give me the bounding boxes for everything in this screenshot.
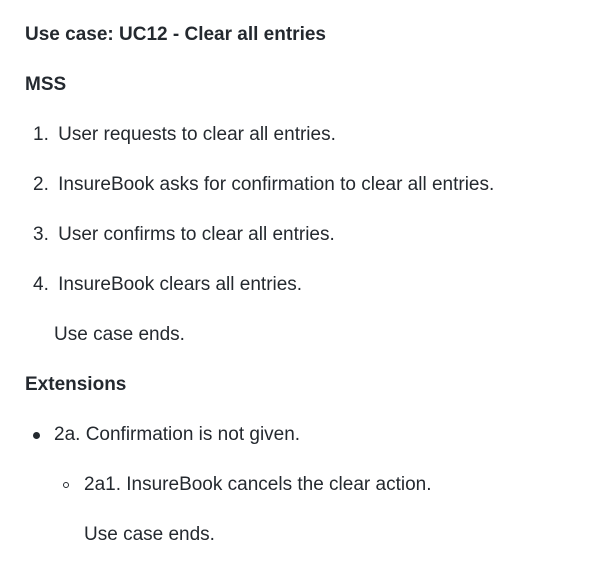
use-case-title: Use case: UC12 - Clear all entries xyxy=(25,24,326,45)
extension-end-text: Use case ends. xyxy=(84,524,215,545)
mss-step: 1. User requests to clear all entries. xyxy=(33,123,336,147)
mss-end-text: Use case ends. xyxy=(54,324,185,345)
step-text: User requests to clear all entries. xyxy=(58,124,336,145)
extension-item: 2a. Confirmation is not given. xyxy=(54,424,301,445)
mss-step: 3. User confirms to clear all entries. xyxy=(33,223,335,247)
bullet-disc-icon xyxy=(33,432,40,439)
extensions-heading: Extensions xyxy=(25,374,127,395)
step-number: 2. xyxy=(33,174,49,195)
extension-sub-item: 2a1. InsureBook cancels the clear action… xyxy=(84,474,432,495)
step-text: InsureBook asks for confirmation to clea… xyxy=(58,174,495,195)
mss-step: 4. InsureBook clears all entries. xyxy=(33,273,302,297)
step-text: User confirms to clear all entries. xyxy=(58,224,335,245)
bullet-circle-icon xyxy=(63,482,69,488)
step-number: 4. xyxy=(33,274,49,295)
step-text: InsureBook clears all entries. xyxy=(58,274,303,295)
mss-heading: MSS xyxy=(25,74,67,95)
mss-step: 2. InsureBook asks for confirmation to c… xyxy=(33,173,494,197)
step-number: 1. xyxy=(33,124,49,145)
step-number: 3. xyxy=(33,224,49,245)
